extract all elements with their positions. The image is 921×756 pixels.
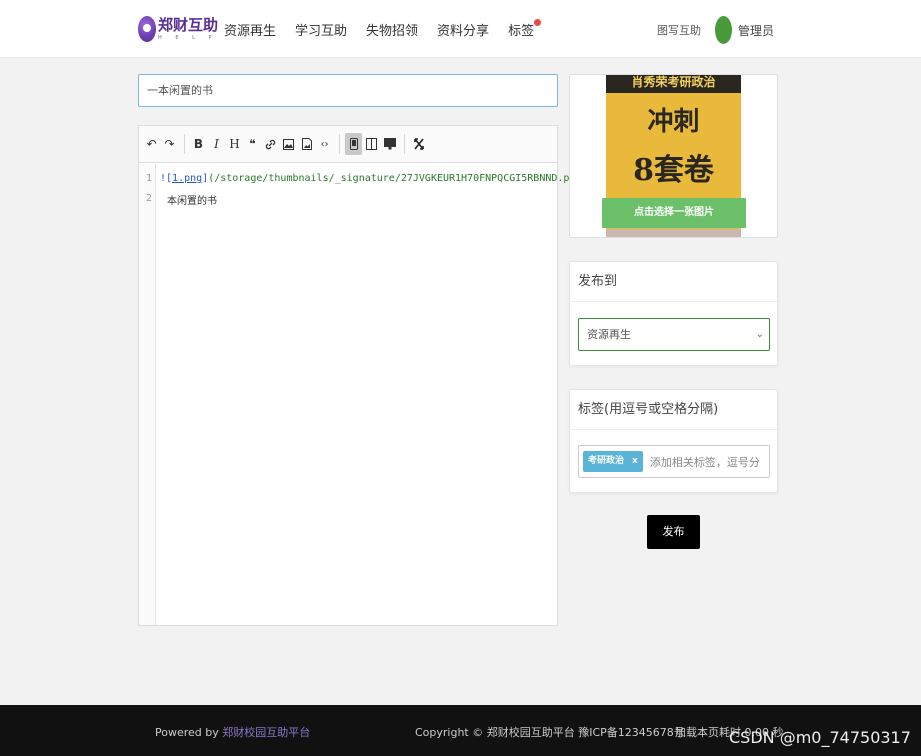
choose-image-button[interactable]: 点击选择一张图片	[602, 198, 746, 228]
bold-icon[interactable]: B	[190, 133, 207, 155]
tags-heading: 标签(用逗号或空格分隔)	[570, 390, 777, 430]
toolbar-divider	[184, 134, 185, 154]
write-help-link[interactable]: 图写互助	[657, 22, 701, 38]
tag-chip-label: 考研政治	[588, 456, 625, 466]
cover-title-line2: 8套卷	[633, 153, 714, 188]
publish-button[interactable]: 发布	[647, 515, 700, 549]
logo-subtitle: H E L P	[158, 35, 218, 41]
md-image-alt: 1.png	[172, 173, 203, 184]
fullscreen-icon[interactable]	[410, 133, 427, 155]
site-logo[interactable]: 郑财互助 H E L P	[138, 14, 218, 44]
notification-dot-icon	[534, 19, 542, 26]
image-upload-icon[interactable]	[298, 133, 315, 155]
nav-item-study-help[interactable]: 学习互助	[295, 20, 347, 39]
csdn-watermark: CSDN @m0_74750317	[729, 728, 911, 747]
category-select[interactable]: 资源再生 ⌄	[578, 318, 770, 351]
footer-copyright: Copyright © 郑财校园互助平台 豫ICP备12345678号	[415, 726, 685, 739]
toolbar-divider	[339, 134, 340, 154]
tags-card: 标签(用逗号或空格分隔) 考研政治 x 添加相关标签，逗号分	[569, 389, 778, 493]
logo-text: 郑财互助 H E L P	[158, 17, 218, 41]
toolbar-divider	[404, 134, 405, 154]
username[interactable]: 管理员	[738, 22, 774, 39]
nav-item-tags-label: 标签	[508, 24, 535, 39]
code-icon[interactable]: ‹›	[316, 133, 333, 155]
md-image-url: (/storage/thumbnails/_signature/27JVGKEU…	[208, 173, 588, 184]
footer-powered-by: Powered by 郑财校园互助平台	[155, 724, 310, 740]
nav-item-lost-found[interactable]: 失物招领	[366, 20, 418, 39]
footer-platform-link[interactable]: 郑财校园互助平台	[222, 726, 310, 739]
cover-top-text: 肖秀荣考研政治	[606, 75, 741, 93]
publish-to-card: 发布到 资源再生 ⌄	[569, 261, 778, 366]
tags-input[interactable]: 考研政治 x 添加相关标签，逗号分	[578, 445, 770, 478]
desktop-icon-graphic	[383, 138, 396, 150]
nav-item-material-share[interactable]: 资料分享	[437, 20, 489, 39]
fullscreen-icon-graphic	[413, 138, 424, 150]
header-user-area: 图写互助 管理员	[657, 16, 774, 44]
footer-powered-prefix: Powered by	[155, 726, 223, 739]
logo-mark-icon	[138, 16, 156, 42]
cover-bottom-strip	[606, 229, 741, 237]
italic-icon[interactable]: I	[208, 133, 225, 155]
top-header: 郑财互助 H E L P 资源再生 学习互助 失物招领 资料分享 标签 图写互助…	[0, 0, 921, 58]
cover-image-card: 肖秀荣考研政治 冲刺 8套卷 点击选择一张图片	[569, 74, 778, 238]
link-icon-graphic	[265, 139, 276, 149]
tag-chip: 考研政治 x	[583, 451, 643, 472]
logo-title: 郑财互助	[158, 16, 219, 34]
image-icon[interactable]	[280, 133, 297, 155]
markdown-editor: ↶ ↷ B I H ❝ ‹› 1 2 ![1.png](/storage/thu…	[138, 125, 587, 626]
mobile-icon-graphic	[349, 138, 358, 150]
nav-item-tags[interactable]: 标签	[508, 19, 542, 39]
category-select-value: 资源再生	[587, 328, 631, 341]
image-icon-graphic	[283, 138, 294, 150]
cover-title-line1: 冲刺	[647, 107, 700, 137]
editor-line-2[interactable]: 本闲置的书	[167, 192, 217, 207]
editor-toolbar: ↶ ↷ B I H ❝ ‹›	[139, 126, 557, 163]
line-number: 2	[145, 193, 152, 204]
tag-input-placeholder[interactable]: 添加相关标签，逗号分	[650, 454, 760, 470]
nav-item-resource-reuse[interactable]: 资源再生	[224, 20, 276, 39]
preview-mobile-icon[interactable]	[345, 133, 362, 155]
tag-remove-icon[interactable]: x	[632, 451, 638, 472]
heading-icon[interactable]: H	[226, 133, 243, 155]
md-image-open: ![	[160, 173, 173, 184]
image-upload-icon-graphic	[301, 138, 312, 150]
split-icon-graphic	[366, 138, 377, 150]
publish-to-heading: 发布到	[570, 262, 777, 302]
editor-line-1[interactable]: ![1.png](/storage/thumbnails/_signature/…	[160, 173, 587, 184]
preview-split-icon[interactable]	[363, 133, 380, 155]
post-title-input[interactable]: 一本闲置的书	[138, 74, 558, 107]
quote-icon[interactable]: ❝	[244, 133, 261, 155]
undo-icon[interactable]: ↶	[143, 133, 160, 155]
main-nav: 资源再生 学习互助 失物招领 资料分享 标签	[224, 19, 553, 39]
link-icon[interactable]	[262, 133, 279, 155]
line-number: 1	[145, 173, 152, 184]
chevron-down-icon: ⌄	[755, 329, 764, 340]
redo-icon[interactable]: ↷	[161, 133, 178, 155]
line-number-gutter: 1 2	[139, 164, 156, 625]
avatar[interactable]	[714, 16, 732, 44]
preview-desktop-icon[interactable]	[381, 133, 398, 155]
